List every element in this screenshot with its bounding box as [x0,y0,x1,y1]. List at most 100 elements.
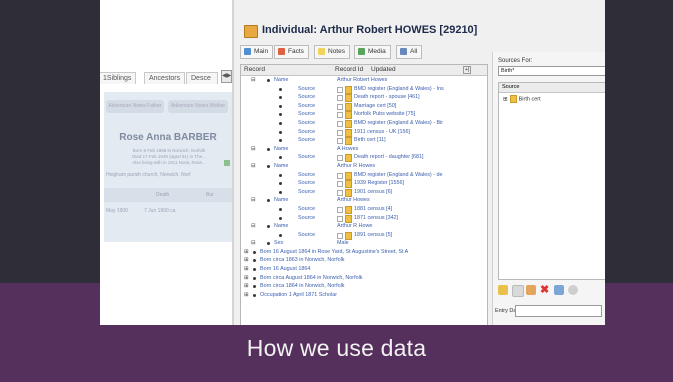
grid-header-burial: Bur [206,192,214,198]
source-row[interactable]: Source Birth cert [11] [241,136,487,146]
expand-toggle-icon[interactable]: ⊟ [251,145,256,154]
fact-row[interactable]: ⊞ Occupation 1 April 1871 Scholar [241,291,487,300]
entry-date-field[interactable] [515,305,602,317]
sources-for-field[interactable]: Birth* [498,66,605,76]
col-header-updated[interactable]: Updated [371,66,396,73]
source-row[interactable]: Source 1901 census [6] [241,188,487,197]
column-chooser-icon[interactable]: +| [463,66,472,74]
expand-toggle-icon[interactable]: ⊞ [244,248,249,257]
record-value: Arthur R Howes [337,162,376,169]
record-value: BMD register (England & Wales) - de [354,171,443,178]
source-row[interactable]: Source Death report - daughter [681] [241,153,487,163]
expand-toggle-icon[interactable]: ⊟ [251,196,256,205]
tab-scroll-arrow[interactable]: ◀▶ [221,70,232,83]
name-row[interactable]: ⊟ Sex Male [241,239,487,248]
link-icon[interactable] [554,285,564,295]
button-label: Facts [288,48,304,55]
record-type: Name [274,77,289,83]
checkbox[interactable] [337,95,343,102]
source-row[interactable]: Source BMD register (England & Wales) - d… [241,171,487,180]
fact-row[interactable]: ⊞ Born circa August 1864 in Norwich, Norf… [241,274,487,283]
tree-node-icon [279,113,282,117]
tab-descendants[interactable]: Desce [186,72,218,84]
source-row[interactable]: Source BMD register (England & Wales) - I… [241,85,487,94]
source-list[interactable]: Source ⊞ Birth cert [498,82,605,280]
record-type: Source [298,180,316,187]
source-row[interactable]: Source Death report - spouse [461] [241,93,487,103]
parent-pill-mother[interactable]: Adventure Notes Mother [168,100,228,113]
source-row[interactable]: Source 1881 census [4] [241,205,487,214]
expand-toggle-icon[interactable]: ⊟ [251,222,256,231]
source-row[interactable]: Source BMD register (England & Wales) - B… [241,119,487,128]
tree-node-icon [279,182,282,186]
source-list-item[interactable]: ⊞ Birth cert [503,95,541,103]
col-header-record-id[interactable]: Record Id [335,66,363,73]
checkbox[interactable] [337,103,343,110]
checkbox[interactable] [337,112,343,119]
fact-row[interactable]: ⊞ Born 16 August 1864 [241,265,487,274]
record-value: 1871 census [342] [354,214,399,221]
checkbox[interactable] [337,232,343,239]
fact-row[interactable]: ⊞ Born 16 August 1864 in Rose Yard, St Au… [241,248,487,257]
person-card[interactable]: Adventure Notes Father Adventure Notes M… [104,92,232,242]
record-grid[interactable]: Record Record Id Updated +| ⊟ Name Arthur … [240,64,488,325]
source-row[interactable]: Source 1939 Register [1556] [241,179,487,189]
name-row[interactable]: ⊟ Name Arthur Robert Howes [241,76,487,85]
notes-button[interactable]: Notes [314,45,350,59]
name-row[interactable]: ⊟ Name A Howes [241,145,487,154]
parent-pill-father[interactable]: Adventure Notes Father [106,100,164,113]
fact-text: Born circa August 1864 in Norwich, Norfo… [260,274,363,281]
source-row[interactable]: Source Marriage cert [50] [241,102,487,111]
tree-node-icon [253,268,256,272]
record-value: 1881 census [4] [354,205,393,212]
new-source-icon[interactable] [498,285,508,295]
checkbox[interactable] [337,189,343,196]
main-button[interactable]: Main [240,45,274,59]
checkbox[interactable] [337,172,343,179]
checkbox[interactable] [337,120,343,127]
expand-toggle-icon[interactable]: ⊞ [244,274,249,283]
settings-icon[interactable] [568,285,578,295]
tree-node-icon [253,276,256,280]
tab-siblings[interactable]: 1Siblings [100,72,137,84]
facts-button[interactable]: Facts [274,45,309,59]
expand-toggle-icon[interactable]: ⊟ [251,76,256,85]
record-value: 1911 census - UK [156] [354,128,410,135]
expand-toggle-icon[interactable]: ⊟ [251,162,256,171]
tree-node-icon [279,87,282,91]
copy-icon[interactable] [512,285,524,297]
col-header-record[interactable]: Record [244,66,265,73]
expand-toggle-icon[interactable]: ⊟ [251,239,256,248]
checkbox[interactable] [337,86,343,93]
record-value: BMD register (England & Wales) - Ins [354,85,444,92]
media-button[interactable]: Media [354,45,391,59]
source-row[interactable]: Source 1911 census - UK [156] [241,128,487,137]
expand-toggle-icon[interactable]: ⊞ [244,265,249,274]
checkbox[interactable] [337,206,343,213]
name-row[interactable]: ⊟ Name Arthur R Howe [241,222,487,231]
checkbox[interactable] [337,129,343,136]
checkbox[interactable] [337,215,343,222]
fact-row[interactable]: ⊞ Born circa 1864 in Norwich, Norfolk [241,282,487,291]
source-row[interactable]: Source 1871 census [342] [241,214,487,223]
expand-toggle-icon[interactable]: ⊞ [244,256,249,265]
sources-panel: Sources For: Birth* Source ⊞ Birth cert ✖… [492,52,605,325]
name-row[interactable]: ⊟ Name Arthur Howes [241,196,487,205]
record-type: Source [298,214,316,221]
expand-toggle-icon[interactable]: ⊞ [244,291,249,300]
delete-icon[interactable]: ✖ [540,285,550,296]
checkbox[interactable] [337,181,343,188]
edit-icon[interactable] [526,285,536,295]
checkbox[interactable] [337,155,343,162]
all-button[interactable]: All [396,45,423,59]
source-row[interactable]: Source Norfolk Pubs website [75] [241,110,487,120]
tree-node-icon [279,216,282,220]
source-row[interactable]: Source 1891 census [5] [241,231,487,240]
expand-toggle-icon[interactable]: ⊞ [244,282,249,291]
checkbox[interactable] [337,138,343,145]
tree-node-icon [279,190,282,194]
record-value: Male [337,240,349,247]
fact-row[interactable]: ⊞ Born circa 1863 in Norwich, Norfolk [241,256,487,265]
tab-ancestors[interactable]: Ancestors [144,72,186,84]
name-row[interactable]: ⊟ Name Arthur R Howes [241,162,487,171]
